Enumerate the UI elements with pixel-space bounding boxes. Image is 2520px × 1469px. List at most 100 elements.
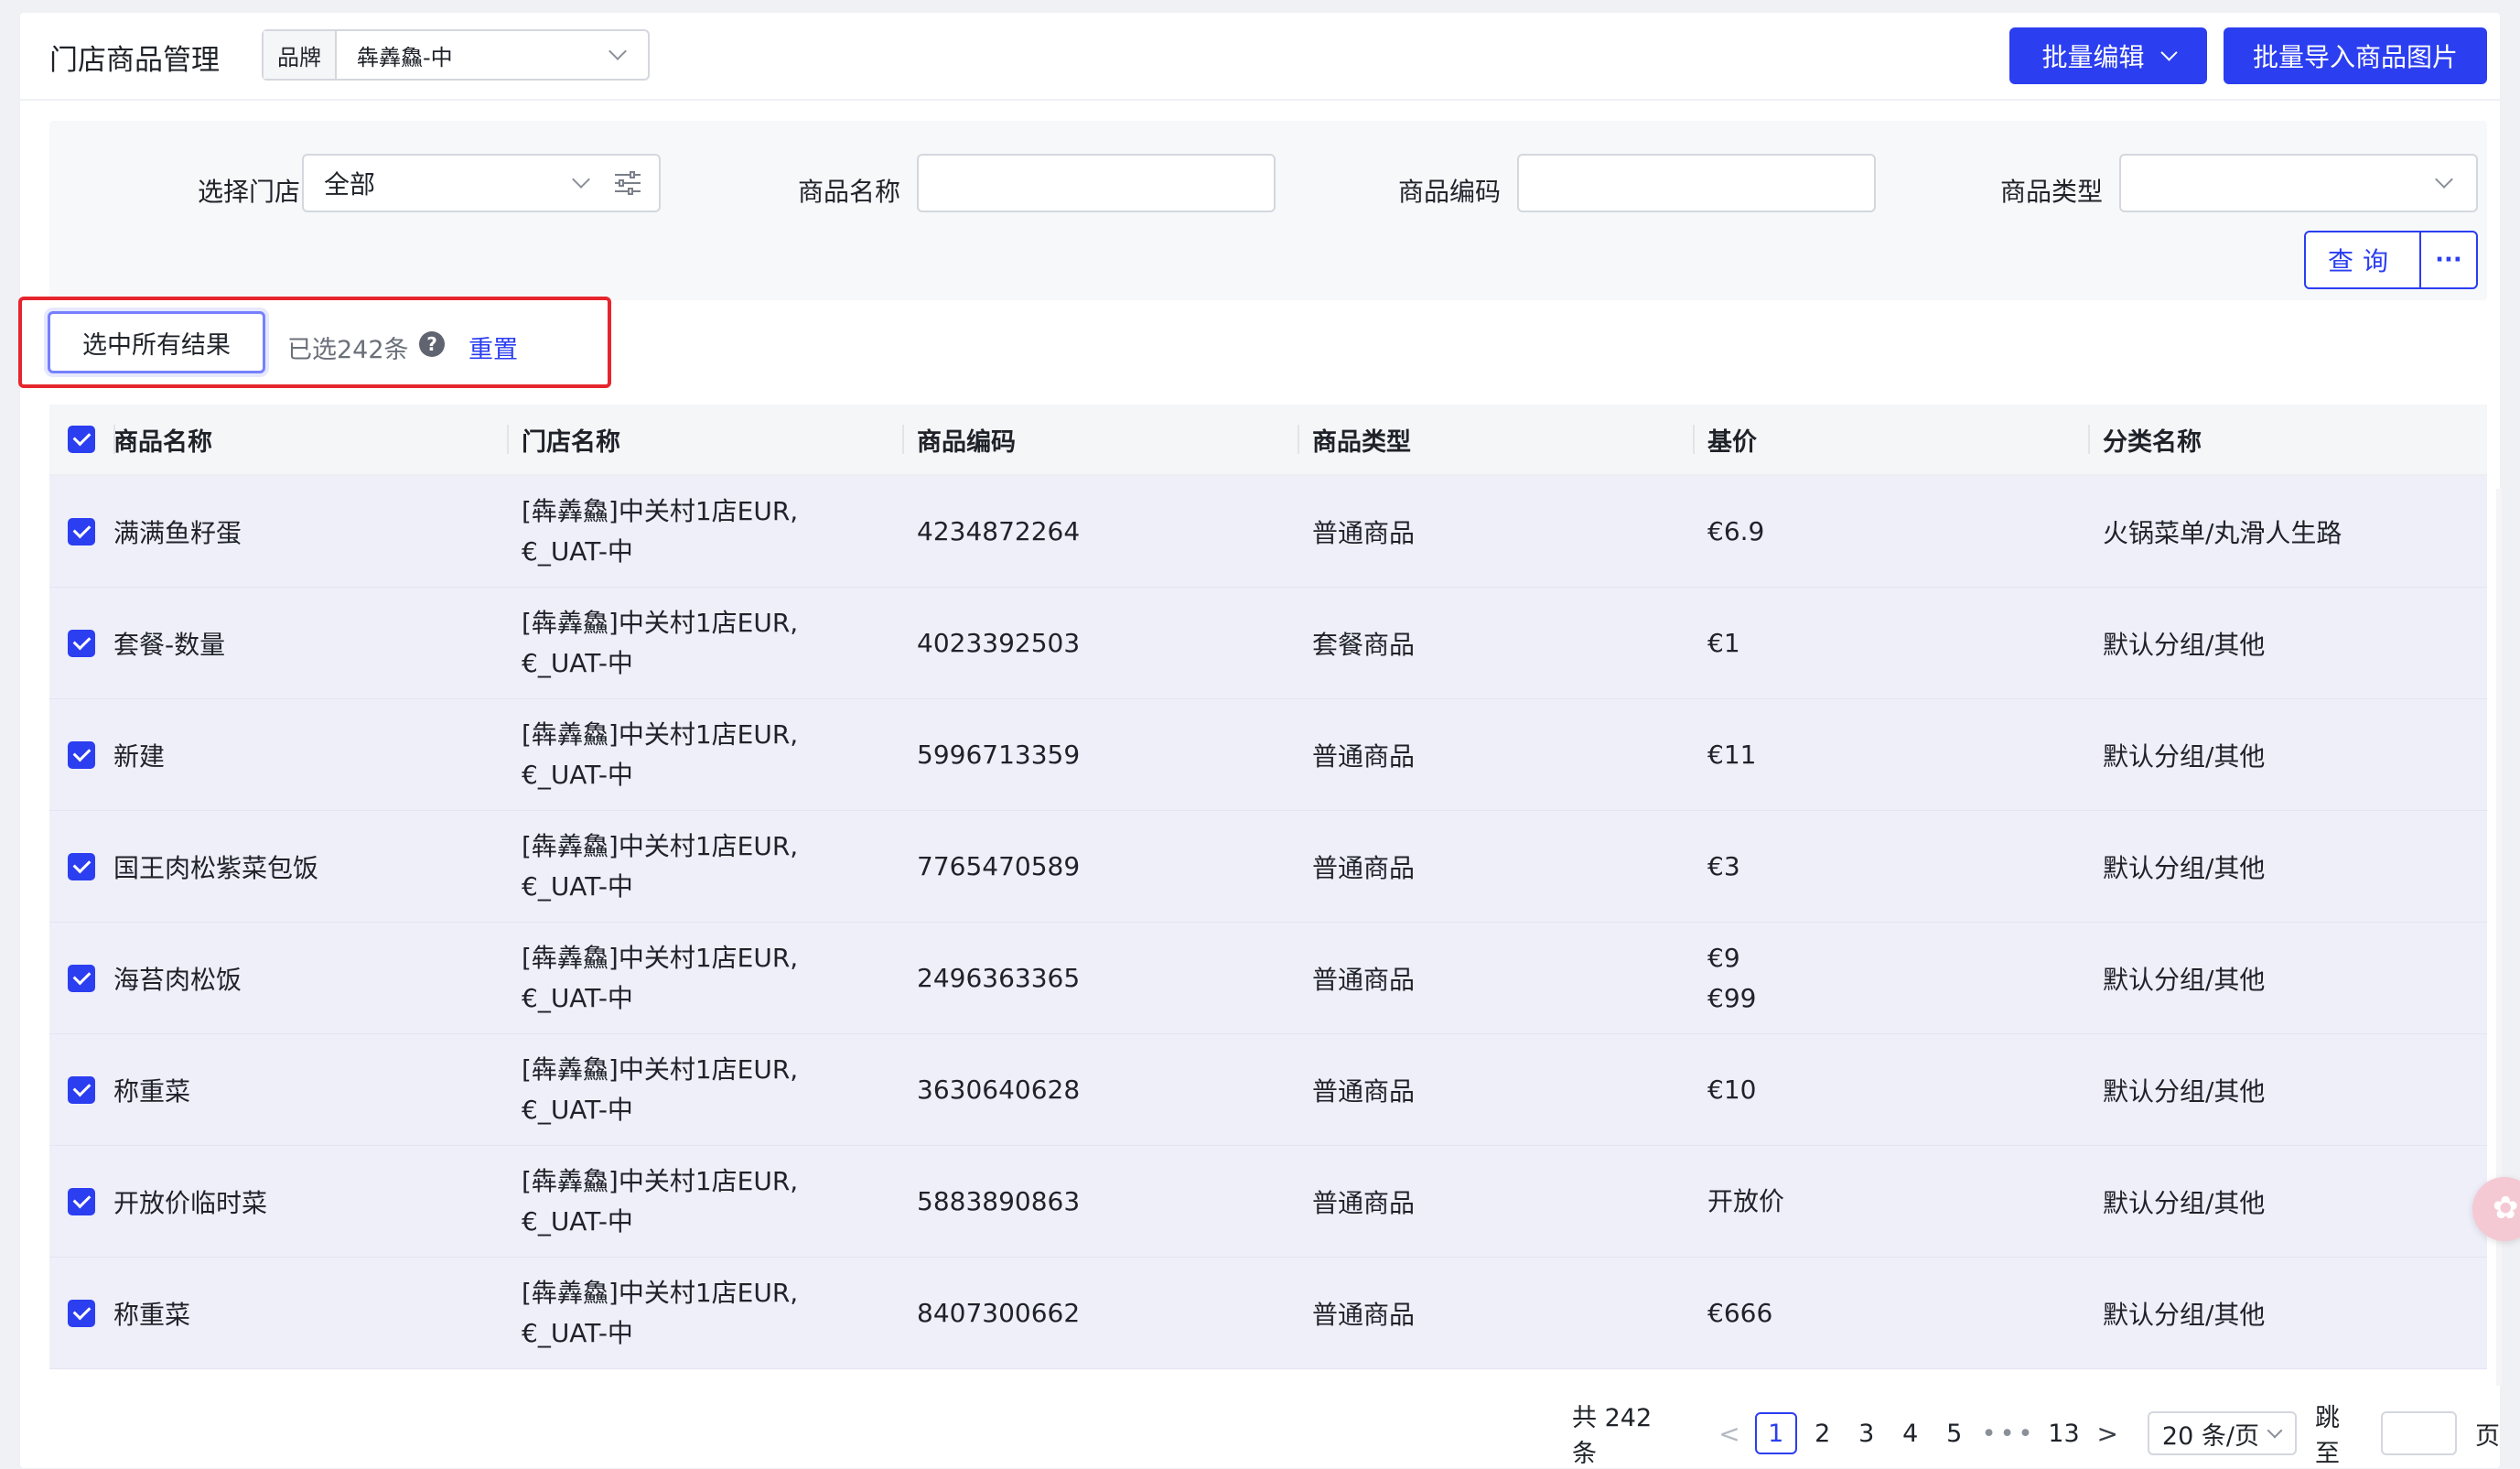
row-checkbox[interactable] (68, 852, 95, 880)
price-value: €11 (1707, 739, 1757, 770)
cell-product-type: 普通商品 (1312, 852, 1416, 883)
cell-product-code: 4023392503 (917, 628, 1081, 658)
select-all-results-button[interactable]: 选中所有结果 (48, 311, 265, 373)
cell-base-price: €11 (1693, 735, 2088, 775)
cell-product-name: 称重菜 (113, 1299, 191, 1330)
cell-category: 默认分组/其他 (2103, 852, 2266, 883)
table-row[interactable]: 称重菜 [犇羴鱻]中关村1店EUR,€_UAT-中 3630640628 普通商品 €1… (49, 1034, 2487, 1146)
brand-select[interactable]: 品牌 犇羴鱻-中 (262, 29, 650, 81)
row-checkbox[interactable] (68, 1075, 95, 1104)
cell-product-code: 5883890863 (917, 1186, 1081, 1216)
page-header: 门店商品管理 品牌 犇羴鱻-中 批量编辑 批量导入商品图片 (20, 13, 2500, 101)
batch-import-label: 批量导入商品图片 (2252, 42, 2458, 72)
more-options-button[interactable]: ··· (2421, 232, 2476, 287)
cell-store-name: [犇羴鱻]中关村1店EUR,€_UAT-中 (522, 718, 799, 790)
cell-base-price: €1 (1693, 623, 2088, 664)
next-page-icon[interactable]: > (2096, 1419, 2117, 1449)
column-header-product-name: 商品名称 (113, 405, 507, 474)
price-value: €9 (1707, 942, 1740, 973)
pagination-page-3[interactable]: 3 (1848, 1412, 1885, 1454)
pagination-page-last[interactable]: 13 (2045, 1412, 2082, 1454)
pagination-pages: 12345 (1751, 1412, 1976, 1454)
pagination-page-4[interactable]: 4 (1892, 1412, 1929, 1454)
table-row[interactable]: 新建 [犇羴鱻]中关村1店EUR,€_UAT-中 5996713359 普通商品 €11… (49, 699, 2487, 811)
cell-product-name: 海苔肉松饭 (113, 964, 242, 995)
table-row[interactable]: 满满鱼籽蛋 [犇羴鱻]中关村1店EUR,€_UAT-中 4234872264 普通商品… (49, 476, 2487, 588)
cell-store-name: [犇羴鱻]中关村1店EUR,€_UAT-中 (522, 830, 799, 902)
row-checkbox[interactable] (68, 740, 95, 769)
cell-store-name: [犇羴鱻]中关村1店EUR,€_UAT-中 (522, 942, 799, 1013)
pagination-ellipsis[interactable]: ••• (1982, 1420, 2037, 1448)
store-filter-label: 选择门店 (198, 177, 301, 207)
row-checkbox[interactable] (68, 964, 95, 992)
app-window: 门店商品管理 品牌 犇羴鱻-中 批量编辑 批量导入商品图片 选择门店 全部 商品… (18, 13, 2502, 1468)
row-checkbox-cell (49, 1075, 113, 1104)
filter-settings-icon[interactable] (613, 170, 642, 196)
cell-category: 火锅菜单/丸滑人生路 (2103, 517, 2342, 548)
cell-product-name: 开放价临时菜 (113, 1187, 268, 1218)
cell-product-name: 国王肉松紫菜包饭 (113, 852, 319, 883)
question-circle-icon[interactable]: ? (419, 331, 445, 357)
cell-product-name: 满满鱼籽蛋 (113, 517, 242, 548)
table-row[interactable]: 称重菜 [犇羴鱻]中关村1店EUR,€_UAT-中 8407300662 普通商品 €6… (49, 1258, 2487, 1369)
table-row[interactable]: 国王肉松紫菜包饭 [犇羴鱻]中关村1店EUR,€_UAT-中 7765470589 普… (49, 811, 2487, 923)
row-checkbox[interactable] (68, 517, 95, 545)
cell-store-name: [犇羴鱻]中关村1店EUR,€_UAT-中 (522, 1277, 799, 1348)
cell-product-type: 普通商品 (1312, 1187, 1416, 1218)
table-scrollbar[interactable] (2496, 489, 2502, 1386)
prev-page-icon[interactable]: < (1718, 1419, 1739, 1449)
pagination-page-2[interactable]: 2 (1804, 1412, 1841, 1454)
column-header-base-price: 基价 (1693, 405, 2088, 474)
cell-product-type: 普通商品 (1312, 740, 1416, 772)
cell-product-name: 新建 (113, 740, 166, 772)
row-checkbox[interactable] (68, 1187, 95, 1215)
brand-select-value: 犇羴鱻-中 (357, 44, 453, 70)
store-select-value: 全部 (324, 169, 376, 200)
cell-base-price: €3 (1693, 847, 2088, 887)
price-value: €6.9 (1707, 515, 1765, 546)
pagination-page-5[interactable]: 5 (1936, 1412, 1973, 1454)
chevron-down-icon (2159, 43, 2178, 61)
page-size-select[interactable]: 20 条/页 (2147, 1411, 2297, 1455)
cell-product-code: 8407300662 (917, 1298, 1081, 1328)
jump-page-input[interactable] (2381, 1411, 2457, 1455)
price-value: €10 (1707, 1074, 1757, 1105)
cell-product-type: 套餐商品 (1312, 629, 1416, 660)
store-select[interactable]: 全部 (302, 154, 661, 212)
row-checkbox[interactable] (68, 629, 95, 657)
pagination-page-1[interactable]: 1 (1754, 1412, 1797, 1454)
chevron-down-icon (572, 170, 590, 189)
cell-product-code: 7765470589 (917, 851, 1081, 881)
table-row[interactable]: 海苔肉松饭 [犇羴鱻]中关村1店EUR,€_UAT-中 2496363365 普通商品… (49, 923, 2487, 1034)
reset-link[interactable]: 重置 (468, 329, 518, 365)
cell-base-price: €9 €99 (1693, 938, 2088, 1019)
row-checkbox[interactable] (68, 1299, 95, 1327)
row-checkbox-cell (49, 740, 113, 769)
cell-category: 默认分组/其他 (2103, 629, 2266, 660)
cell-category: 默认分组/其他 (2103, 740, 2266, 772)
batch-import-images-button[interactable]: 批量导入商品图片 (2224, 27, 2487, 84)
price-value: 开放价 (1707, 1185, 1785, 1216)
product-type-filter-label: 商品类型 (2000, 177, 2104, 207)
table-row[interactable]: 套餐-数量 [犇羴鱻]中关村1店EUR,€_UAT-中 4023392503 套餐商品… (49, 588, 2487, 699)
product-name-input[interactable] (917, 154, 1276, 212)
batch-edit-button[interactable]: 批量编辑 (2009, 27, 2207, 84)
product-type-select[interactable] (2119, 154, 2478, 212)
query-button[interactable]: 查询 (2306, 232, 2421, 287)
product-code-input[interactable] (1517, 154, 1876, 212)
cell-product-type: 普通商品 (1312, 964, 1416, 995)
cell-product-code: 3630640628 (917, 1075, 1081, 1105)
table-row[interactable]: 开放价临时菜 [犇羴鱻]中关村1店EUR,€_UAT-中 5883890863 普通商… (49, 1146, 2487, 1258)
cell-product-code: 4234872264 (917, 516, 1081, 546)
cell-product-type: 普通商品 (1312, 1299, 1416, 1330)
page-size-value: 20 条/页 (2161, 1421, 2259, 1451)
product-table: 商品名称 门店名称 商品编码 商品类型 基价 分类名称 满满鱼籽蛋 [犇羴鱻]中关… (49, 405, 2487, 1369)
cell-base-price: 开放价 (1693, 1182, 2088, 1222)
price-value: €99 (1707, 982, 1757, 1013)
row-checkbox-cell (49, 964, 113, 992)
row-checkbox-cell (49, 1187, 113, 1215)
select-all-checkbox[interactable] (68, 426, 95, 453)
price-value: €1 (1707, 627, 1740, 658)
cell-category: 默认分组/其他 (2103, 1075, 2266, 1107)
cell-product-type: 普通商品 (1312, 1075, 1416, 1107)
